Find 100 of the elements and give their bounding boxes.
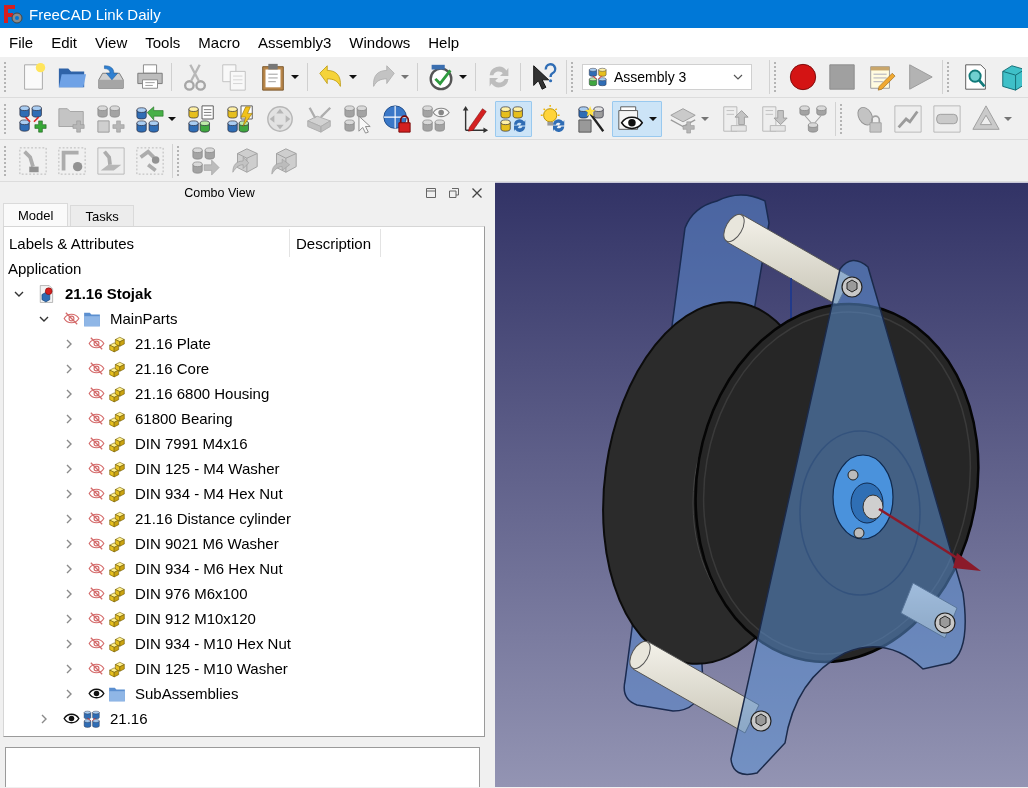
tree-item[interactable]: DIN 934 - M4 Hex Nut bbox=[134, 485, 284, 502]
tree-item[interactable]: 21.16 bbox=[109, 710, 149, 727]
chevron-right-icon[interactable] bbox=[64, 363, 74, 374]
stacked-cubes-icon bbox=[108, 634, 126, 653]
chevron-right-icon[interactable] bbox=[64, 338, 74, 349]
arm-plate-icon bbox=[95, 145, 126, 176]
chevron-right-icon[interactable] bbox=[64, 438, 74, 449]
chevron-right-icon[interactable] bbox=[64, 588, 74, 599]
menu-item[interactable]: Tools bbox=[136, 31, 190, 54]
close-icon bbox=[471, 186, 483, 199]
crossed-eye-icon[interactable] bbox=[88, 612, 105, 625]
3d-viewport[interactable] bbox=[495, 182, 1028, 787]
column-header[interactable]: Labels & Attributes bbox=[4, 229, 290, 257]
caret-icon bbox=[348, 75, 357, 79]
toolbar-button[interactable] bbox=[612, 100, 662, 137]
tree-item[interactable]: DIN 912 M10x120 bbox=[134, 610, 257, 627]
cylinders-network-icon bbox=[797, 103, 828, 134]
tree-item[interactable]: DIN 125 - M10 Washer bbox=[134, 660, 289, 677]
restore-windows-icon bbox=[448, 186, 460, 199]
chevron-right-icon[interactable] bbox=[64, 488, 74, 499]
box-curved-arrow-icon bbox=[268, 145, 299, 176]
record-circle-icon bbox=[787, 62, 818, 92]
stacked-cubes-icon bbox=[108, 384, 126, 403]
window-icon bbox=[425, 186, 437, 199]
column-header[interactable]: Description bbox=[290, 229, 381, 257]
crossed-eye-icon[interactable] bbox=[88, 487, 105, 500]
chevron-right-icon[interactable] bbox=[64, 413, 74, 424]
crossed-eye-icon[interactable] bbox=[88, 562, 105, 575]
chevron-right-icon[interactable] bbox=[64, 538, 74, 549]
stacked-cubes-icon bbox=[108, 509, 126, 528]
magic-wand-icon bbox=[576, 103, 607, 134]
tab[interactable]: Model bbox=[3, 203, 69, 226]
tree-item[interactable]: 21.16 Stojak bbox=[64, 285, 153, 302]
window-title: FreeCAD Link Daily bbox=[29, 5, 161, 23]
cylinders-cursor-icon bbox=[342, 103, 373, 134]
menu-item[interactable]: View bbox=[86, 31, 137, 54]
chevron-right-icon[interactable] bbox=[64, 463, 74, 474]
chevron-right-icon[interactable] bbox=[39, 713, 49, 724]
tree-item[interactable]: DIN 934 - M6 Hex Nut bbox=[134, 560, 284, 577]
eye-icon[interactable] bbox=[63, 712, 80, 725]
menu-item[interactable]: Windows bbox=[340, 31, 420, 54]
chevron-right-icon[interactable] bbox=[64, 513, 74, 524]
stop-square-icon bbox=[826, 62, 857, 92]
caret-icon bbox=[648, 116, 657, 121]
chevron-right-icon[interactable] bbox=[64, 613, 74, 624]
tree-item[interactable]: DIN 125 - M4 Washer bbox=[134, 460, 281, 477]
crossed-eye-icon[interactable] bbox=[88, 337, 105, 350]
cylinders-plus-icon bbox=[95, 103, 126, 134]
tree-item[interactable]: DIN 976 M6x100 bbox=[134, 585, 249, 602]
tree-item[interactable]: 21.16 6800 Housing bbox=[134, 385, 271, 402]
crossed-eye-icon[interactable] bbox=[88, 462, 105, 475]
chevron-right-icon[interactable] bbox=[64, 388, 74, 399]
stacked-cubes-icon bbox=[108, 409, 126, 428]
tree-item[interactable]: 21.16 Core bbox=[134, 360, 211, 377]
crossed-eye-icon[interactable] bbox=[88, 412, 105, 425]
menu-item[interactable]: Assembly3 bbox=[249, 31, 341, 54]
tree-item[interactable]: DIN 9021 M6 Washer bbox=[134, 535, 280, 552]
chevron-right-icon[interactable] bbox=[64, 663, 74, 674]
caret-icon bbox=[290, 75, 299, 79]
bracket-frame-icon bbox=[56, 145, 87, 176]
arm-frame-icon bbox=[17, 145, 48, 176]
tree-item[interactable]: MainParts bbox=[109, 310, 179, 327]
tree-item[interactable]: DIN 7991 M4x16 bbox=[134, 435, 249, 452]
caret-icon bbox=[458, 75, 467, 79]
menu-item[interactable]: Help bbox=[419, 31, 469, 54]
menu-item[interactable]: Macro bbox=[189, 31, 249, 54]
crossed-eye-icon[interactable] bbox=[88, 387, 105, 400]
crossed-eye-icon[interactable] bbox=[88, 362, 105, 375]
crossed-eye-icon[interactable] bbox=[88, 662, 105, 675]
cylinders-arrow-right-icon bbox=[190, 145, 221, 176]
menu-item[interactable]: Edit bbox=[42, 31, 87, 54]
crossed-eye-icon[interactable] bbox=[88, 537, 105, 550]
stacked-cubes-icon bbox=[108, 359, 126, 378]
tree-item[interactable]: DIN 934 - M10 Hex Nut bbox=[134, 635, 292, 652]
eye-icon[interactable] bbox=[88, 687, 105, 700]
tree-item[interactable]: 21.16 Distance cylinder bbox=[134, 510, 292, 527]
crossed-eye-icon[interactable] bbox=[88, 512, 105, 525]
crossed-eye-icon[interactable] bbox=[88, 637, 105, 650]
tree-item[interactable]: 21.16 Plate bbox=[134, 335, 212, 352]
arms-frame-icon bbox=[134, 145, 165, 176]
crossed-eye-icon[interactable] bbox=[88, 437, 105, 450]
stacked-cubes-icon bbox=[108, 659, 126, 678]
workbench-dropdown[interactable]: Assembly 3 bbox=[582, 64, 752, 90]
stacked-cubes-icon bbox=[108, 559, 126, 578]
tree-item[interactable]: SubAssemblies bbox=[134, 685, 240, 702]
app-logo-icon bbox=[3, 4, 23, 24]
stacked-cubes-icon bbox=[108, 609, 126, 628]
tab[interactable]: Tasks bbox=[70, 205, 134, 226]
caret-icon bbox=[700, 116, 709, 121]
stacked-cubes-icon bbox=[108, 459, 126, 478]
chevron-right-icon[interactable] bbox=[64, 638, 74, 649]
crossed-eye-icon[interactable] bbox=[63, 312, 80, 325]
chevron-right-icon[interactable] bbox=[64, 688, 74, 699]
stacked-cubes-icon bbox=[108, 584, 126, 603]
chevron-right-icon[interactable] bbox=[64, 563, 74, 574]
menu-item[interactable]: File bbox=[0, 31, 43, 54]
caret-icon bbox=[1003, 116, 1012, 121]
tree-item[interactable]: 61800 Bearing bbox=[134, 410, 234, 427]
move-arrows-icon bbox=[264, 103, 295, 134]
crossed-eye-icon[interactable] bbox=[88, 587, 105, 600]
